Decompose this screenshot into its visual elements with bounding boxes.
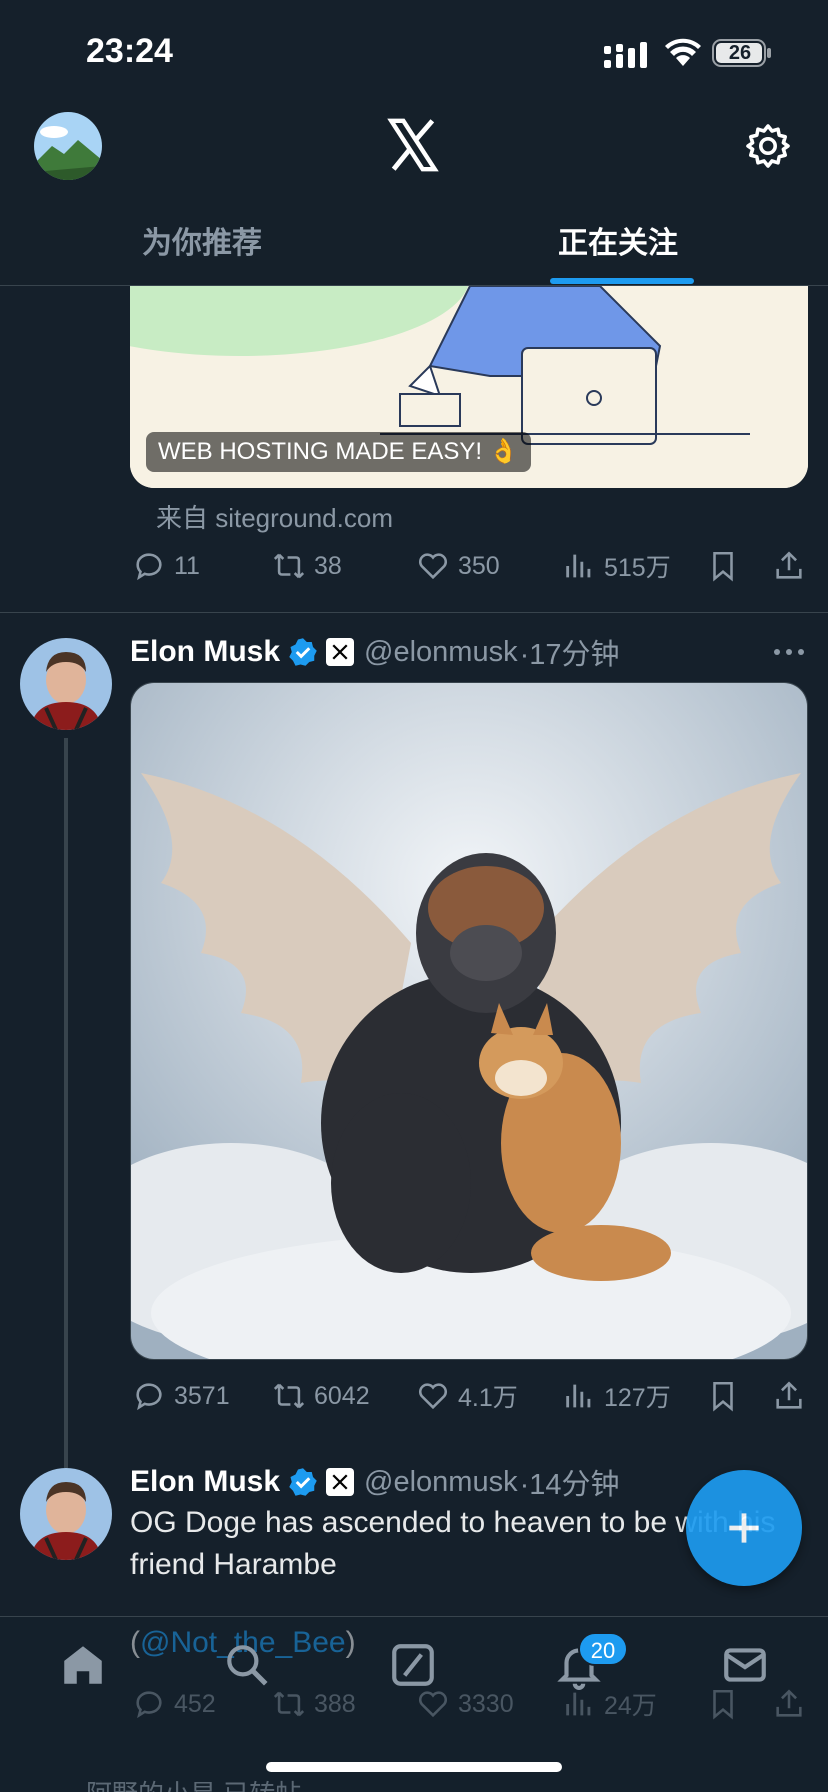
notification-count-badge: 20 <box>578 1632 628 1666</box>
reply-button[interactable]: 452 <box>132 1684 216 1724</box>
bookmark-button[interactable] <box>706 1684 740 1724</box>
repost-count: 38 <box>314 551 342 580</box>
active-tab-indicator <box>550 278 694 284</box>
views-button[interactable]: 127万 <box>562 1376 671 1416</box>
repost-icon <box>273 553 305 579</box>
x-logo-icon[interactable] <box>384 116 442 174</box>
share-icon <box>776 1381 802 1409</box>
tweet-header: Elon Musk @elonmusk ·17分钟 <box>130 632 620 672</box>
verified-icon <box>289 638 317 666</box>
share-button[interactable] <box>772 1684 806 1724</box>
tweet-text: OG Doge has ascended to heaven to be wit… <box>130 1506 776 1581</box>
share-button[interactable] <box>772 546 806 586</box>
ad-caption: WEB HOSTING MADE EASY! 👌 <box>146 432 531 472</box>
ad-action-bar: 11 38 350 515万 <box>132 546 828 586</box>
divider <box>0 612 828 613</box>
x-affiliate-icon <box>326 1468 355 1496</box>
reply-icon <box>136 1383 162 1411</box>
status-bar: 23:24 26 <box>0 0 828 100</box>
reply-count: 3571 <box>174 1381 230 1410</box>
repost-button[interactable]: 6042 <box>272 1376 370 1416</box>
heart-icon <box>418 553 448 580</box>
settings-gear-icon[interactable] <box>744 122 792 170</box>
views-button[interactable]: 515万 <box>562 546 671 586</box>
tweet-header: Elon Musk @elonmusk ·14分钟 <box>130 1462 620 1502</box>
reply-button[interactable]: 11 <box>132 546 200 586</box>
repost-count: 6042 <box>314 1381 370 1410</box>
repost-button[interactable]: 388 <box>272 1684 356 1724</box>
repost-button[interactable]: 38 <box>272 546 342 586</box>
cellular-signal-icon <box>604 42 647 68</box>
avatar[interactable] <box>20 1468 112 1560</box>
bookmark-icon <box>713 551 733 582</box>
x-affiliate-icon <box>326 638 355 666</box>
reply-icon <box>136 553 162 581</box>
verified-icon <box>289 1468 317 1496</box>
like-count: 350 <box>458 551 500 580</box>
reply-count: 11 <box>174 551 200 580</box>
tab-following[interactable]: 正在关注 <box>558 218 678 262</box>
tweet-time: ·14分钟 <box>519 1469 620 1501</box>
reply-count: 452 <box>174 1689 216 1718</box>
bookmark-button[interactable] <box>706 1376 740 1416</box>
heart-icon <box>418 1383 448 1410</box>
like-button[interactable]: 3330 <box>416 1684 514 1724</box>
tweet-action-bar: 452 388 3330 24万 <box>132 1684 828 1724</box>
views-button[interactable]: 24万 <box>562 1684 657 1724</box>
thread-line <box>64 738 68 1468</box>
share-icon <box>776 1689 802 1717</box>
author-name[interactable]: Elon Musk <box>130 1465 280 1499</box>
views-icon <box>566 1384 591 1408</box>
tweet-time: ·17分钟 <box>519 639 620 671</box>
battery-icon: 26 <box>712 38 772 68</box>
tweet-action-bar: 3571 6042 4.1万 127万 <box>132 1376 828 1416</box>
views-icon <box>566 554 591 578</box>
messages-mail-icon[interactable] <box>720 1640 770 1690</box>
repost-icon <box>273 1383 305 1409</box>
bookmark-icon <box>713 1689 733 1720</box>
repost-count: 388 <box>314 1689 356 1718</box>
tweet-image[interactable] <box>130 682 808 1360</box>
avatar[interactable] <box>20 638 112 730</box>
views-count: 127万 <box>604 1384 671 1412</box>
author-handle[interactable]: @elonmusk <box>364 636 518 669</box>
tab-for-you[interactable]: 为你推荐 <box>142 218 262 262</box>
repost-icon <box>273 1691 305 1717</box>
views-count: 515万 <box>604 554 671 582</box>
views-icon <box>566 1692 591 1716</box>
mention-paren-close: ) <box>345 1626 356 1659</box>
share-button[interactable] <box>772 1376 806 1416</box>
like-button[interactable]: 350 <box>416 546 500 586</box>
like-button[interactable]: 4.1万 <box>416 1376 518 1416</box>
wifi-icon <box>665 38 701 66</box>
battery-level: 26 <box>728 42 752 64</box>
home-icon[interactable] <box>58 1640 108 1690</box>
reply-icon <box>136 1691 162 1719</box>
like-count: 3330 <box>458 1689 514 1718</box>
grok-icon[interactable] <box>388 1640 438 1690</box>
ad-source-link[interactable]: 来自 siteground.com <box>156 498 393 535</box>
more-options-icon[interactable] <box>772 646 806 658</box>
heart-icon <box>418 1691 448 1718</box>
plus-icon <box>729 1513 759 1543</box>
search-icon[interactable] <box>222 1640 272 1690</box>
profile-avatar[interactable] <box>34 112 102 180</box>
bookmark-icon <box>713 1381 733 1412</box>
home-indicator[interactable] <box>266 1762 562 1772</box>
next-repost-label: 阿野的小星 已转帖 <box>86 1774 301 1792</box>
views-count: 24万 <box>604 1692 657 1720</box>
like-count: 4.1万 <box>458 1384 518 1412</box>
author-name[interactable]: Elon Musk <box>130 635 280 669</box>
compose-post-button[interactable] <box>686 1470 802 1586</box>
share-icon <box>776 551 802 579</box>
status-time: 23:24 <box>86 32 173 70</box>
author-handle[interactable]: @elonmusk <box>364 1466 518 1499</box>
bookmark-button[interactable] <box>706 546 740 586</box>
mention-paren-open: ( <box>130 1626 140 1659</box>
reply-button[interactable]: 3571 <box>132 1376 230 1416</box>
